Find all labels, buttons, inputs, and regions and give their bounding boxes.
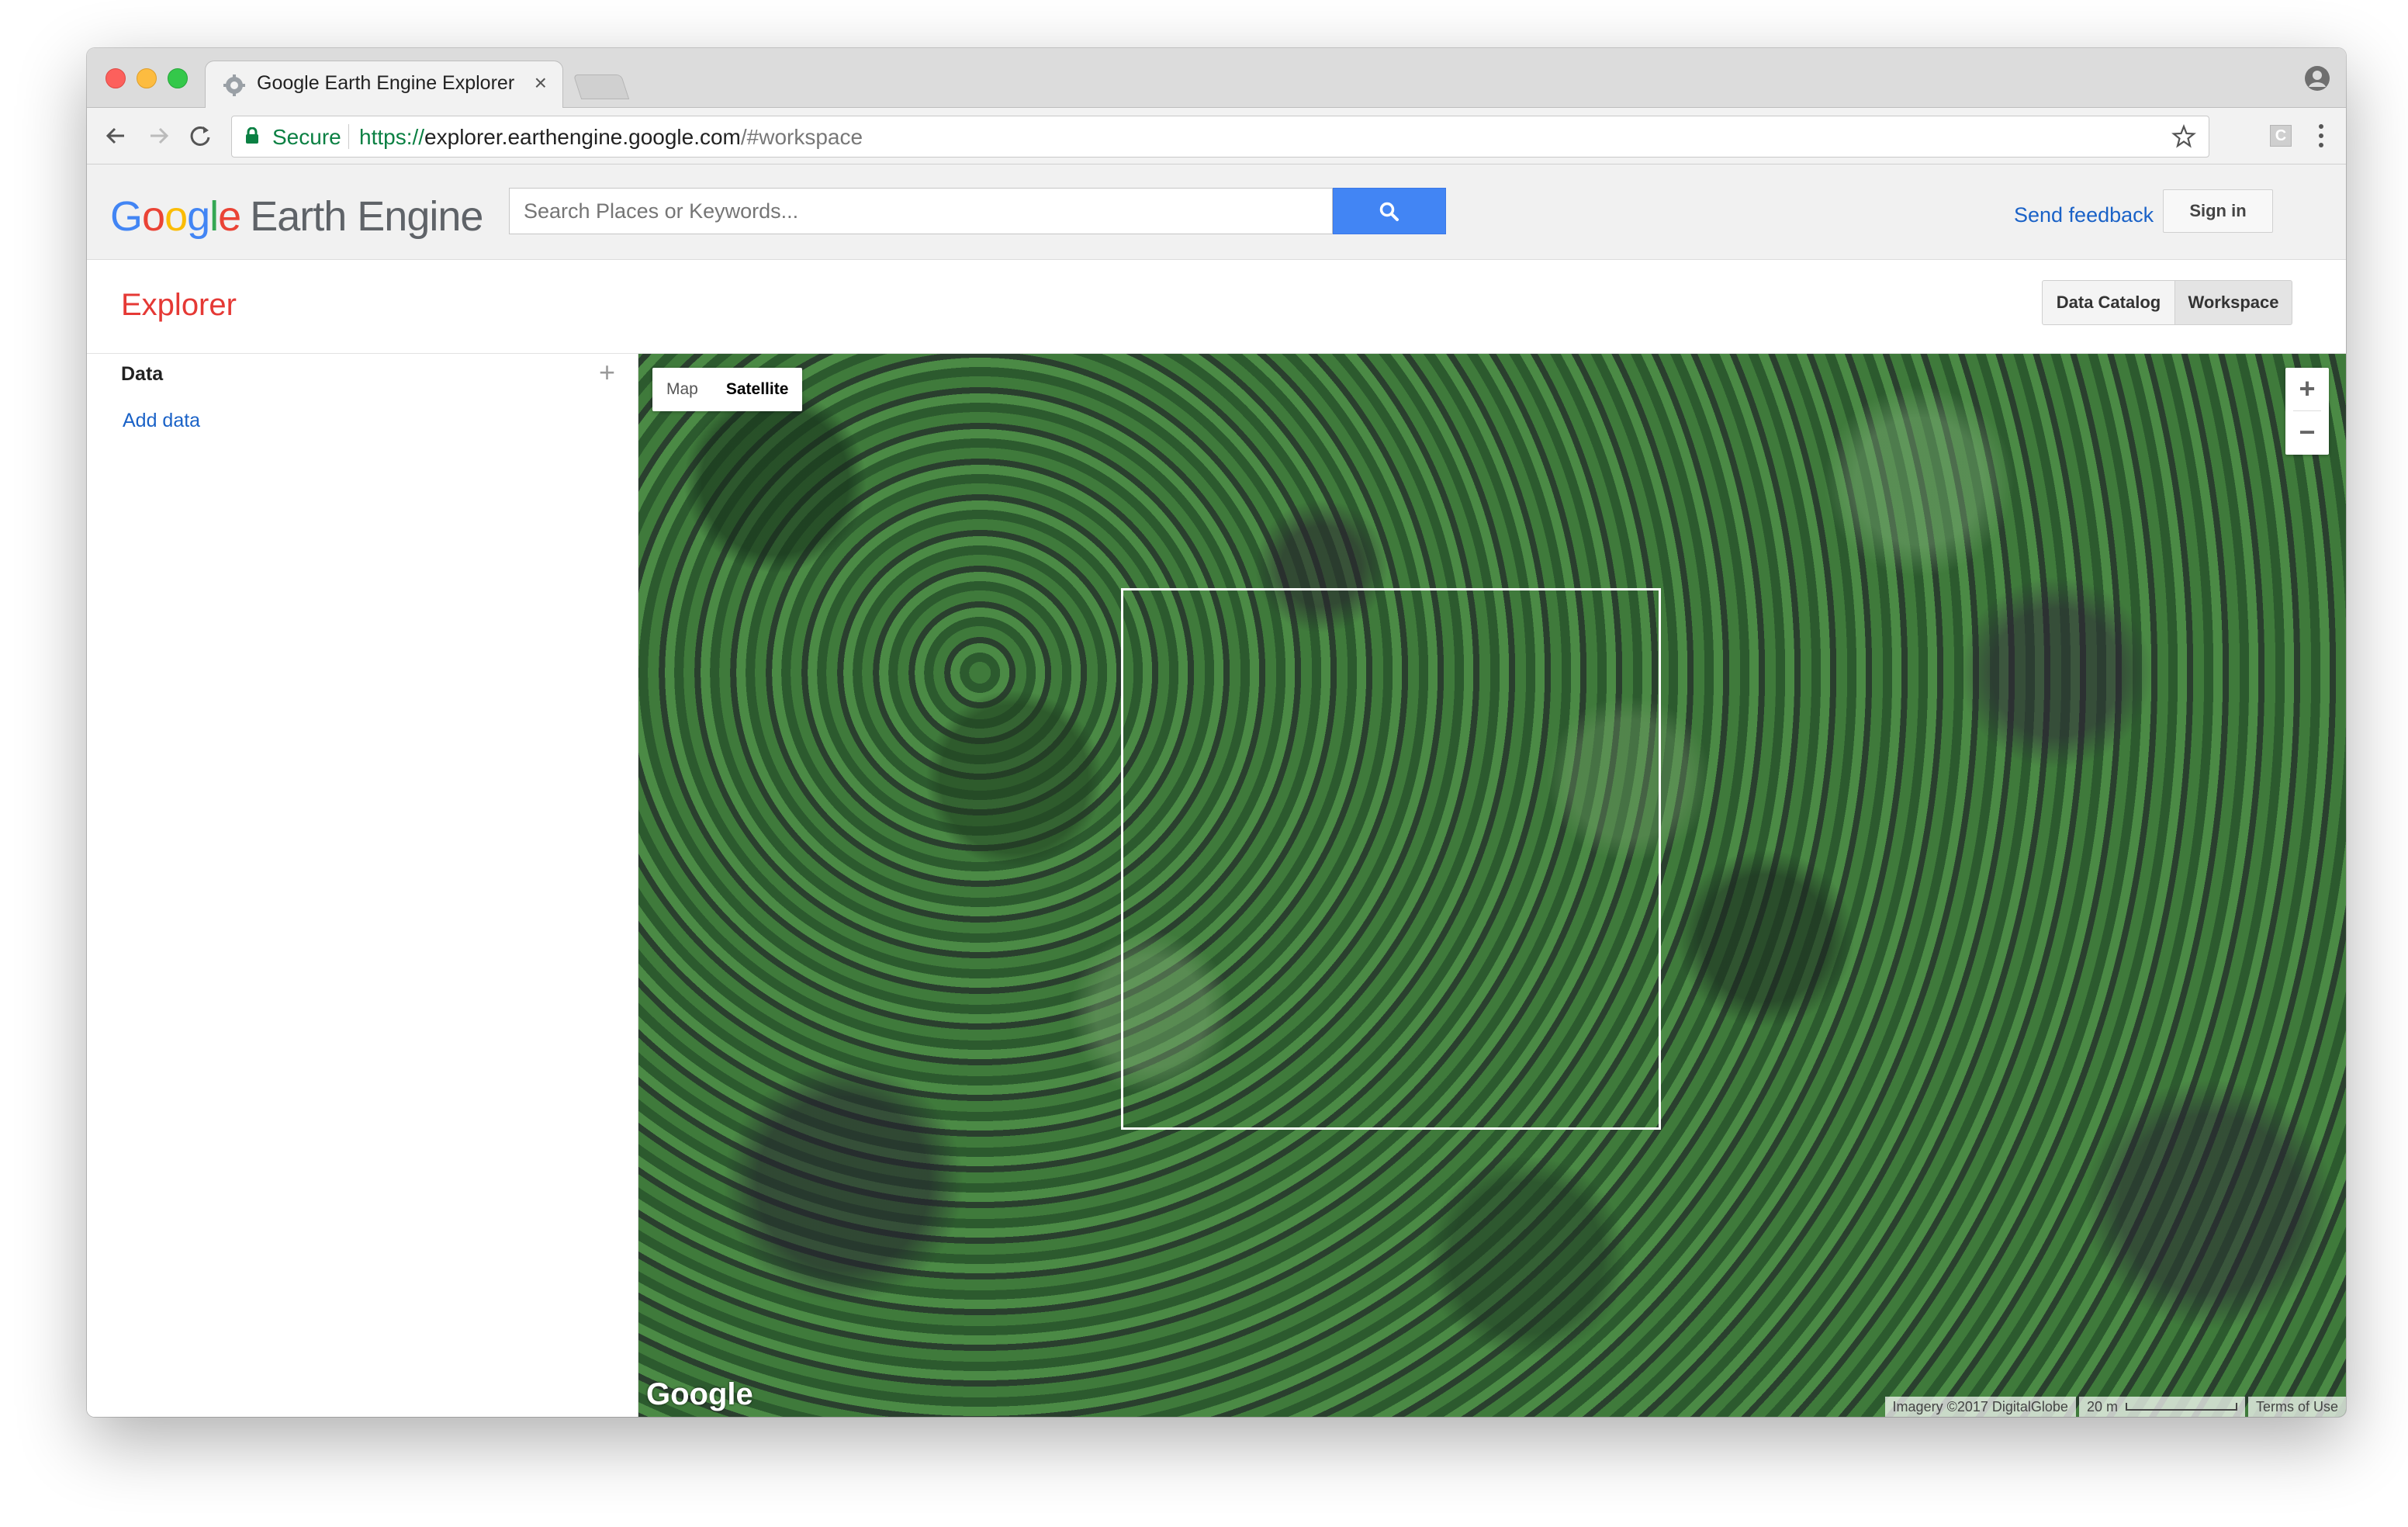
send-feedback-link[interactable]: Send feedback	[2014, 203, 2154, 227]
sign-in-button[interactable]: Sign in	[2163, 189, 2273, 233]
new-tab-button[interactable]	[573, 74, 630, 99]
scale-indicator[interactable]: 20 m	[2078, 1397, 2245, 1417]
zoom-control: + −	[2285, 368, 2329, 455]
secure-label: Secure	[272, 125, 341, 149]
imagery-credit: Imagery ©2017 DigitalGlobe	[1884, 1397, 2076, 1417]
region-of-interest-rectangle[interactable]	[1121, 588, 1661, 1130]
map-type-map-button[interactable]: Map	[652, 368, 712, 411]
zoom-out-button[interactable]: −	[2285, 411, 2329, 455]
back-arrow-icon[interactable]	[101, 120, 132, 151]
satellite-map[interactable]: Map Satellite + − Google Imagery ©2017 D…	[638, 354, 2346, 1417]
page-title: Explorer	[121, 288, 237, 322]
data-sidebar: Data + Add data	[87, 354, 638, 1417]
add-icon[interactable]: +	[599, 358, 615, 386]
google-earth-engine-logo[interactable]: Google Earth Engine	[110, 192, 483, 241]
browser-toolbar: Secure https://explorer.earthengine.goog…	[87, 108, 2346, 164]
explorer-subheader: Explorer Data Catalog Workspace	[87, 260, 2346, 354]
minimize-window-button[interactable]	[137, 68, 157, 88]
data-heading: Data	[121, 363, 164, 385]
map-type-satellite-button[interactable]: Satellite	[712, 368, 803, 411]
browser-tab[interactable]: Google Earth Engine Explorer ×	[205, 61, 563, 109]
address-bar[interactable]: Secure https://explorer.earthengine.goog…	[231, 116, 2209, 158]
profile-icon[interactable]	[2304, 65, 2330, 92]
map-type-control: Map Satellite	[652, 368, 803, 411]
zoom-in-button[interactable]: +	[2285, 368, 2329, 411]
scale-label: 20 m	[2086, 1399, 2118, 1414]
search-input[interactable]	[510, 189, 1332, 234]
logo-product-name: Earth Engine	[250, 193, 483, 240]
add-data-link[interactable]: Add data	[123, 410, 200, 432]
forward-arrow-icon[interactable]	[143, 120, 174, 151]
scale-bar	[2125, 1403, 2237, 1411]
bookmark-star-icon[interactable]	[2171, 124, 2196, 149]
extension-icon[interactable]: C	[2270, 125, 2292, 147]
maximize-window-button[interactable]	[168, 68, 188, 88]
terms-of-use-link[interactable]: Terms of Use	[2247, 1397, 2346, 1417]
search-icon	[1379, 202, 1399, 221]
tab-workspace[interactable]: Workspace	[2174, 280, 2292, 325]
search-box[interactable]	[509, 188, 1333, 234]
url-path: /#workspace	[740, 125, 863, 149]
url-host: explorer.earthengine.google.com	[424, 125, 741, 149]
url-scheme: https://	[359, 125, 425, 149]
earth-engine-favicon-icon	[223, 74, 245, 96]
reload-icon[interactable]	[185, 120, 216, 151]
google-watermark-logo: Google	[646, 1377, 753, 1411]
tab-title: Google Earth Engine Explorer	[257, 72, 515, 94]
close-window-button[interactable]	[106, 68, 126, 88]
lock-icon	[246, 127, 258, 144]
url-divider	[348, 124, 349, 149]
tab-data-catalog[interactable]: Data Catalog	[2042, 280, 2175, 325]
app-header: GoogleEarth Engine Send feedback Sign in	[87, 164, 2346, 260]
zoom-divider	[2293, 410, 2321, 411]
map-attribution-bar: Imagery ©2017 DigitalGlobe 20 m Terms of…	[1882, 1397, 2346, 1417]
tab-strip: Google Earth Engine Explorer ×	[87, 48, 2346, 109]
url-text: https://explorer.earthengine.google.com/…	[359, 125, 863, 150]
browser-window: Google Earth Engine Explorer × Secure ht…	[87, 48, 2346, 1417]
tab-close-icon[interactable]: ×	[535, 71, 547, 95]
browser-menu-icon[interactable]	[2318, 122, 2324, 150]
search-button[interactable]	[1333, 188, 1446, 234]
